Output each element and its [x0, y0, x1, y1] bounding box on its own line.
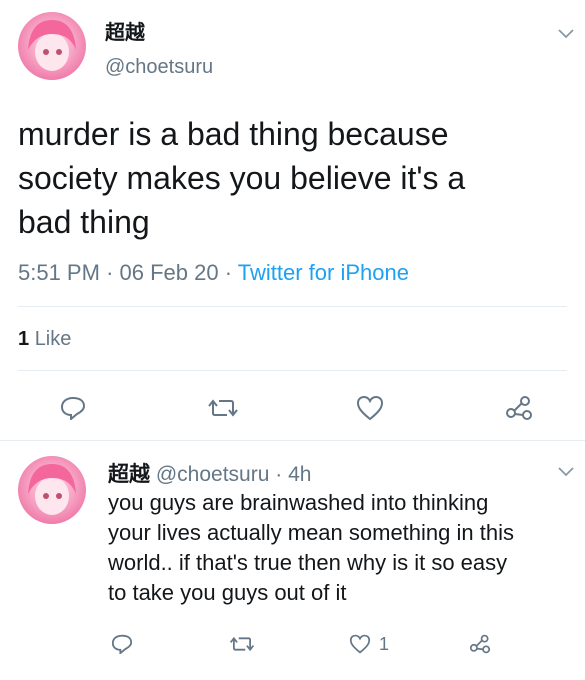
tweet-text-line: murder is a bad thing because [18, 116, 449, 152]
tweet-source-link[interactable]: Twitter for iPhone [238, 260, 409, 285]
avatar-image [28, 464, 76, 515]
divider [18, 306, 567, 307]
likes-count: 1 [18, 328, 30, 350]
display-name[interactable]: 超越 [105, 16, 145, 45]
share-icon[interactable] [468, 632, 492, 656]
reply-header: 超越 @choetsuru · 4h [108, 458, 311, 488]
display-name[interactable]: 超越 [108, 463, 150, 486]
like-count: 1 [379, 634, 390, 654]
reply-text-line: your lives actually mean something in th… [108, 520, 514, 545]
avatar[interactable] [18, 12, 86, 80]
likes-stat[interactable]: 1 Like [18, 328, 71, 351]
chevron-down-icon[interactable] [556, 462, 576, 482]
separator: · [224, 260, 233, 285]
retweet-icon[interactable] [228, 632, 256, 656]
avatar[interactable] [18, 456, 86, 524]
handle[interactable]: @choetsuru [156, 463, 270, 486]
separator: · [106, 260, 114, 285]
tweet-text-line: bad thing [18, 204, 150, 240]
reply-icon[interactable] [110, 632, 134, 656]
likes-label: Like [34, 328, 72, 350]
tweet-text: murder is a bad thing because society ma… [18, 112, 573, 244]
tweet-date[interactable]: 06 Feb 20 [120, 260, 219, 285]
tweet-text-line: society makes you believe it's a [18, 160, 466, 196]
reply-text: you guys are brainwashed into thinking y… [108, 488, 578, 608]
tweet-time[interactable]: 5:51 PM [18, 260, 100, 285]
reply-icon[interactable] [58, 393, 88, 423]
divider [18, 370, 567, 371]
chevron-down-icon[interactable] [556, 24, 576, 44]
share-icon[interactable] [504, 393, 534, 423]
avatar-image [28, 20, 76, 71]
tweet-meta: 5:51 PM · 06 Feb 20 · Twitter for iPhone [18, 260, 409, 286]
like-icon[interactable] [348, 632, 372, 656]
tweet-age[interactable]: 4h [288, 463, 311, 486]
retweet-icon[interactable] [206, 393, 240, 423]
section-divider [0, 440, 585, 441]
reply-text-line: world.. if that's true then why is it so… [108, 550, 508, 575]
reply-text-line: you guys are brainwashed into thinking [108, 490, 489, 515]
like-icon[interactable] [355, 393, 385, 423]
separator: · [275, 463, 283, 486]
reply-text-line: to take you guys out of it [108, 580, 347, 605]
handle[interactable]: @choetsuru [105, 56, 213, 79]
